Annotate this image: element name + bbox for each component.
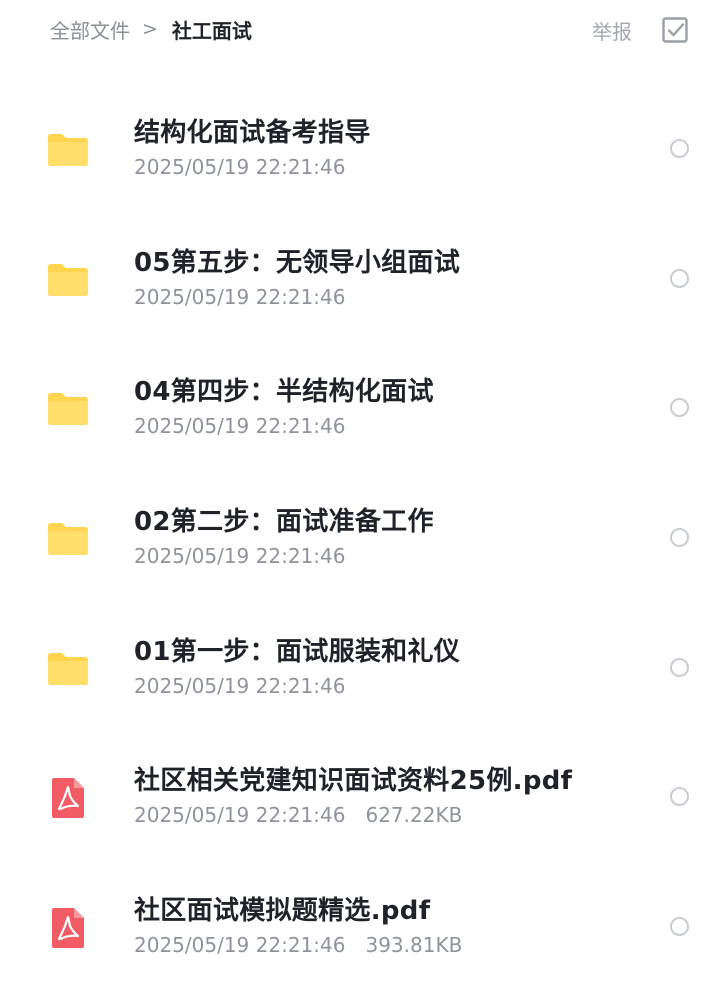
folder-icon — [46, 387, 90, 431]
select-radio[interactable] — [670, 398, 689, 418]
select-radio[interactable] — [670, 268, 689, 288]
select-radio[interactable] — [670, 657, 689, 677]
folder-row[interactable]: 05第五步：无领导小组面试 2025/05/19 22:21:46 — [0, 215, 720, 345]
folder-row[interactable]: 04第四步：半结构化面试 2025/05/19 22:21:46 — [0, 344, 720, 474]
file-date: 2025/05/19 22:21:46 — [134, 933, 346, 958]
breadcrumb: 全部文件 > 社工面试 — [50, 12, 252, 46]
file-meta: 2025/05/19 22:21:46 — [134, 674, 345, 698]
file-meta: 2025/05/19 22:21:46 — [134, 544, 345, 568]
file-date: 2025/05/19 22:21:46 — [134, 803, 346, 828]
breadcrumb-current-folder: 社工面试 — [171, 18, 252, 43]
file-size: 627.22KB — [365, 803, 463, 828]
folder-row[interactable]: 结构化面试备考指导 2025/05/19 22:21:46 — [0, 85, 720, 215]
file-meta: 2025/05/19 22:21:46 627.22KB — [134, 803, 462, 827]
file-meta: 2025/05/19 22:21:46 — [134, 155, 345, 179]
select-radio[interactable] — [670, 917, 689, 937]
folder-icon — [46, 258, 90, 302]
file-name: 社区相关党建知识面试资料25例.pdf — [134, 766, 573, 797]
file-meta: 2025/05/19 22:21:46 393.81KB — [134, 933, 462, 957]
folder-icon — [46, 128, 90, 172]
file-date: 2025/05/19 22:21:46 — [134, 544, 346, 569]
file-meta: 2025/05/19 22:21:46 — [134, 285, 345, 309]
folder-icon — [46, 647, 90, 691]
file-name: 社区面试模拟题精选.pdf — [134, 896, 431, 927]
pdf-icon — [46, 906, 90, 950]
file-meta: 2025/05/19 22:21:46 — [134, 414, 345, 438]
file-date: 2025/05/19 22:21:46 — [134, 673, 346, 698]
breadcrumb-root-link[interactable]: 全部文件 — [50, 15, 130, 44]
folder-row[interactable]: 01第一步：面试服装和礼仪 2025/05/19 22:21:46 — [0, 604, 720, 734]
select-radio[interactable] — [670, 787, 689, 807]
top-bar: 全部文件 > 社工面试 举报 — [0, 0, 720, 58]
select-radio[interactable] — [670, 528, 689, 548]
select-radio[interactable] — [670, 139, 689, 158]
report-button[interactable]: 举报 — [592, 16, 632, 45]
check-square-icon[interactable] — [661, 16, 689, 44]
file-date: 2025/05/19 22:21:46 — [134, 155, 346, 179]
folder-icon — [46, 517, 90, 561]
pdf-icon — [46, 776, 90, 820]
file-name: 02第二步：面试准备工作 — [134, 507, 434, 538]
breadcrumb-separator: > — [142, 18, 158, 40]
file-name: 01第一步：面试服装和礼仪 — [134, 636, 461, 667]
file-row[interactable]: 社区面试模拟题精选.pdf 2025/05/19 22:21:46 393.81KB — [0, 863, 720, 993]
file-date: 2025/05/19 22:21:46 — [134, 414, 346, 439]
file-row[interactable]: 社区相关党建知识面试资料25例.pdf 2025/05/19 22:21:46 62… — [0, 733, 720, 863]
file-name: 05第五步：无领导小组面试 — [134, 247, 461, 278]
file-list: 结构化面试备考指导 2025/05/19 22:21:46 05第五步：无领导小组面… — [0, 85, 720, 993]
file-size: 393.81KB — [365, 933, 463, 958]
file-name: 结构化面试备考指导 — [134, 118, 371, 148]
file-date: 2025/05/19 22:21:46 — [134, 284, 346, 309]
folder-row[interactable]: 02第二步：面试准备工作 2025/05/19 22:21:46 — [0, 474, 720, 604]
file-name: 04第四步：半结构化面试 — [134, 377, 434, 408]
